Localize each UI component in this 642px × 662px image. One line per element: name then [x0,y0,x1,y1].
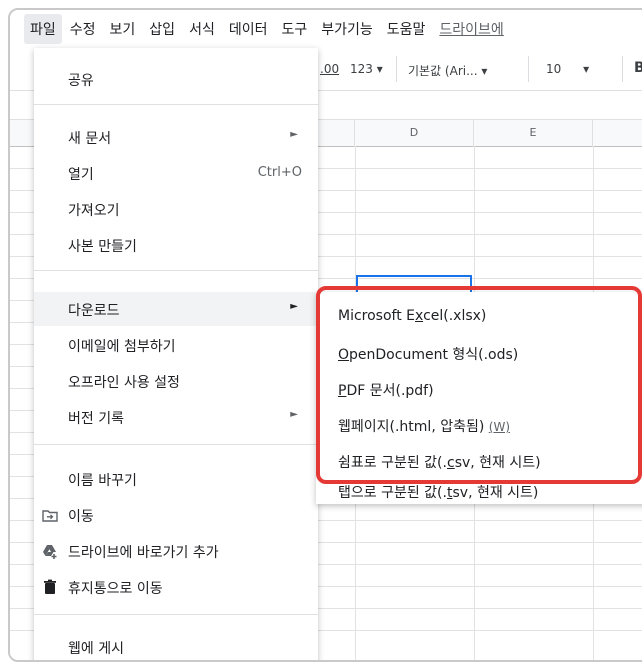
font-select-label: 기본값 (Ari... [408,64,478,78]
font-select[interactable]: 기본값 (Ari... ▾ [408,62,487,79]
menu-item-label: 드라이브에 바로가기 추가 [68,545,219,561]
download-tsv-label: 탭으로 구분된 값(.tsv, 현재 시트) [338,482,538,502]
menu-item-add-shortcut[interactable]: 드라이브에 바로가기 추가 [34,534,318,568]
menu-item-make-copy[interactable]: 사본 만들기 [34,228,318,262]
menu-item-trash[interactable]: 휴지통으로 이동 [34,570,318,604]
menu-item-publish[interactable]: 웹에 게시 [34,630,318,660]
chevron-down-icon: ▾ [376,62,383,76]
folder-move-icon [42,510,58,522]
font-size-select[interactable]: 10 ▾ [546,62,589,76]
toolbar-divider [622,56,623,82]
menu-item-email[interactable]: 이메일에 첨부하기 [34,328,318,362]
number-format-button[interactable]: 123 ▾ [350,62,383,76]
menu-item-move[interactable]: 이동 [34,498,318,532]
label-part: sv, 현재 시트) [452,485,539,501]
highlight-annotation-box [316,286,642,484]
menu-item-import[interactable]: 가져오기 [34,192,318,226]
column-header-d[interactable]: D [355,120,474,147]
menu-item-label: 이메일에 첨부하기 [68,339,176,355]
menu-item-label: 버전 기록 [68,411,124,427]
menu-divider [34,270,318,271]
number-format-label: 123 [350,62,373,76]
chevron-down-icon: ▾ [583,62,590,76]
menu-item-share[interactable]: 공유 [34,62,318,96]
decimal-button[interactable]: .00 [320,62,339,76]
menu-item-rename[interactable]: 이름 바꾸기 [34,462,318,496]
menu-item-label: 이름 바꾸기 [68,473,137,489]
file-menu: 공유 새 문서 ► 열기 Ctrl+O 가져오기 사본 만들기 다운로드 ► 이… [34,48,318,660]
menu-divider [34,104,318,105]
menu-item-label: 새 문서 [68,131,112,147]
trash-icon [44,579,56,594]
shortcut-label: Ctrl+O [257,165,302,180]
submenu-arrow-icon: ► [290,409,298,420]
submenu-arrow-icon: ► [290,129,298,140]
menu-item-label: 웹에 게시 [68,641,124,657]
menu-item-label: 사본 만들기 [68,239,137,255]
menu-addons[interactable]: 부가기능 [315,14,379,44]
menu-data[interactable]: 데이터 [223,14,274,44]
toolbar-divider [396,56,397,82]
menu-edit[interactable]: 수정 [64,14,102,44]
app-window: 파일 수정 보기 삽입 서식 데이터 도구 부가기능 도움말 드라이브에 .00… [8,8,642,662]
menu-help[interactable]: 도움말 [381,14,432,44]
chevron-down-icon: ▾ [481,64,488,78]
menu-insert[interactable]: 삽입 [143,14,181,44]
menu-item-version-history[interactable]: 버전 기록 ► [34,400,318,434]
drive-link[interactable]: 드라이브에 [433,14,509,44]
menu-item-open[interactable]: 열기 Ctrl+O [34,156,318,190]
column-header-f[interactable] [593,120,642,147]
menu-item-label: 가져오기 [68,203,120,219]
menu-item-offline[interactable]: 오프라인 사용 설정 [34,364,318,398]
menu-item-label: 공유 [68,73,94,89]
menu-item-download[interactable]: 다운로드 ► [34,292,318,326]
drive-shortcut-icon [43,545,57,559]
menu-item-label: 다운로드 [68,303,120,319]
menu-tools[interactable]: 도구 [275,14,313,44]
bold-button[interactable]: B [634,60,642,76]
menu-format[interactable]: 서식 [183,14,221,44]
column-header-e[interactable]: E [474,120,593,147]
menu-item-label: 오프라인 사용 설정 [68,375,180,391]
toolbar-divider [528,56,529,82]
menu-divider [34,614,318,615]
menu-item-label: 이동 [68,509,94,525]
menu-divider [34,444,318,445]
menu-bar: 파일 수정 보기 삽입 서식 데이터 도구 부가기능 도움말 드라이브에 [10,10,642,48]
menu-view[interactable]: 보기 [104,14,142,44]
label-part: 탭으로 구분된 값(. [338,485,447,501]
font-size-label: 10 [546,62,562,76]
menu-item-label: 열기 [68,167,94,183]
menu-item-new[interactable]: 새 문서 ► [34,120,318,154]
menu-item-label: 휴지통으로 이동 [68,581,163,597]
menu-file[interactable]: 파일 [24,14,62,44]
submenu-arrow-icon: ► [290,301,298,312]
